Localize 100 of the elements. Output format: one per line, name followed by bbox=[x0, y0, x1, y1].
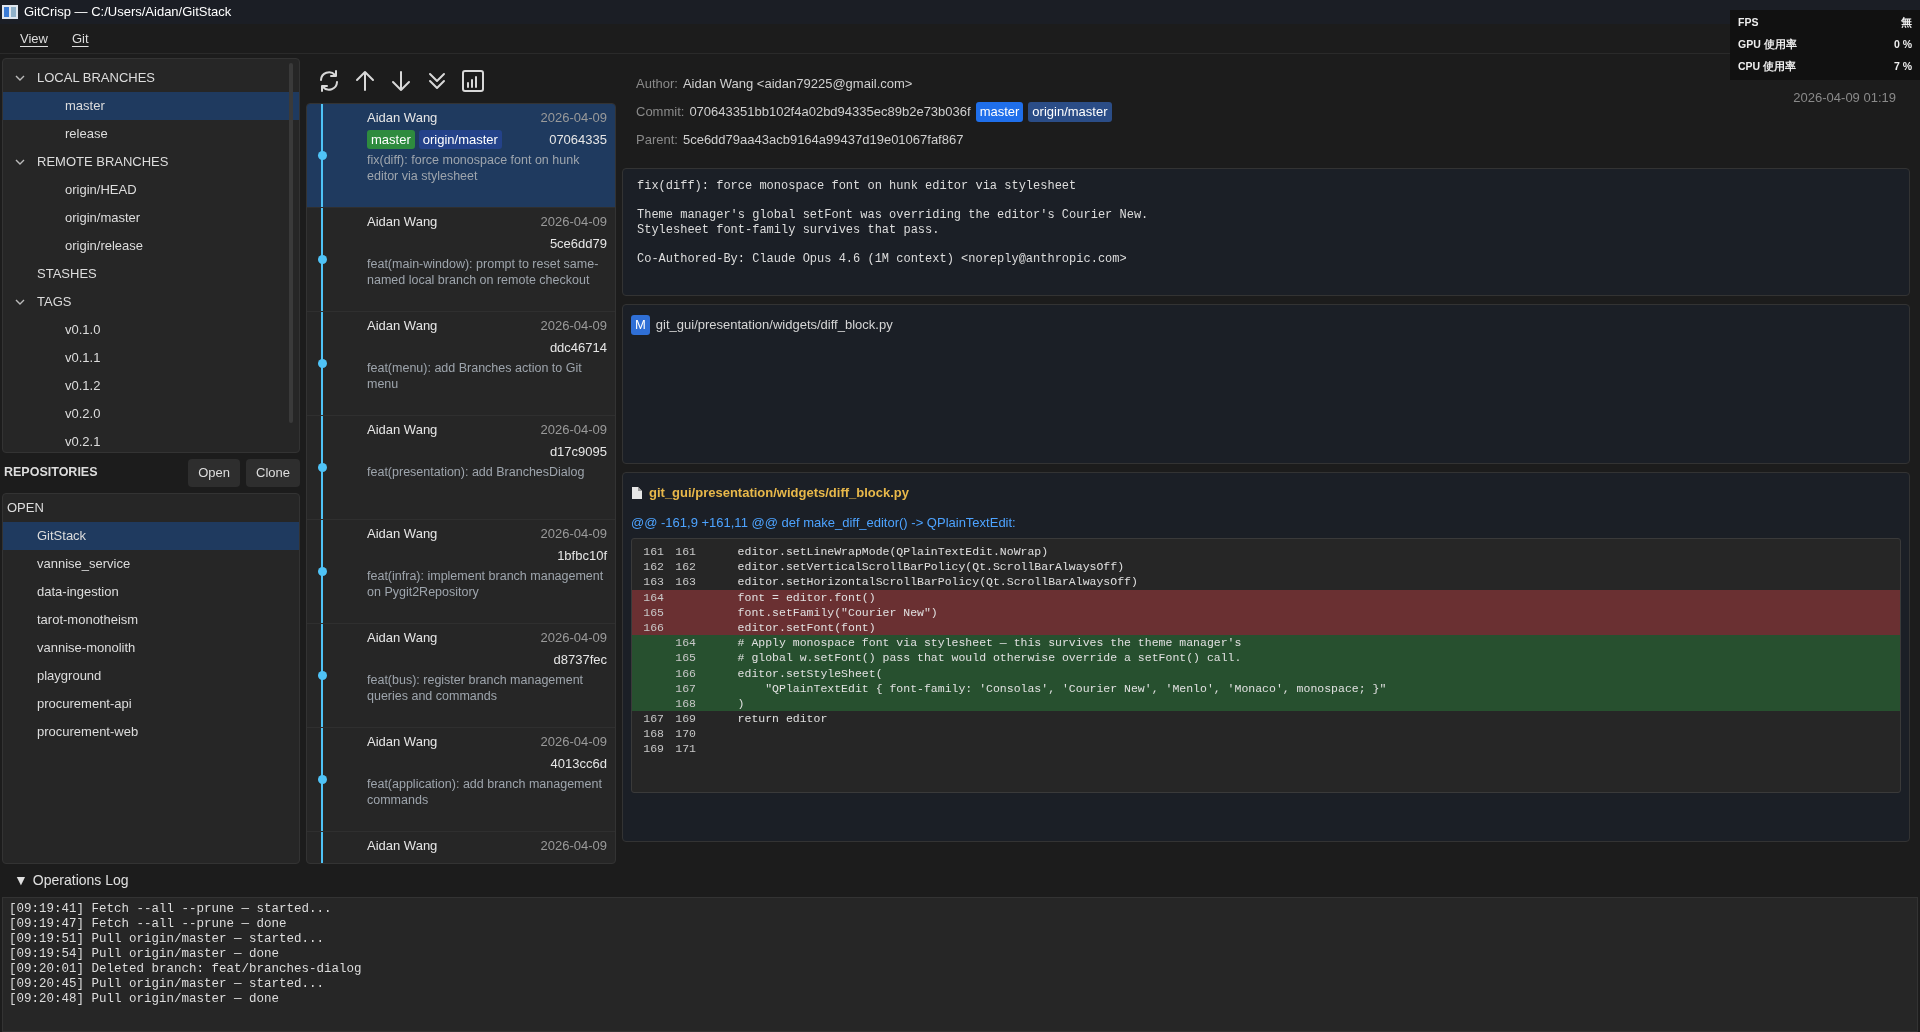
section-header[interactable]: REMOTE BRANCHES bbox=[37, 152, 169, 172]
message-paragraph: fix(diff): force monospace font on hunk editor via stylesheet bbox=[637, 179, 1078, 194]
commit-author: Aidan Wang bbox=[367, 837, 438, 855]
branch-item[interactable]: master bbox=[3, 92, 299, 120]
metric-value: 0 % bbox=[1893, 37, 1912, 53]
open-button[interactable]: Open bbox=[188, 459, 241, 487]
repository-item[interactable]: vannise_service bbox=[3, 549, 299, 578]
code-text: font = editor.font() bbox=[736, 589, 876, 605]
field-label: Commit: bbox=[636, 103, 685, 122]
code-text: # global w.setFont() pass that would otherwise override a setFont() call. bbox=[736, 650, 1242, 666]
metric-label: GPU 使用率 bbox=[1738, 37, 1797, 53]
commit-date: 2026-04-09 bbox=[540, 733, 607, 751]
commit-row[interactable]: Aidan Wang 2026-04-09 4013cc6d feat(application): add branch management commands bbox=[307, 728, 615, 832]
line-number: 161 bbox=[642, 544, 664, 560]
repository-item[interactable]: GitStack bbox=[3, 521, 299, 550]
line-number: 163 bbox=[642, 574, 664, 590]
commit-author: Aidan Wang bbox=[367, 733, 438, 751]
commit-message: feat(presentation): add BranchesDialog bbox=[367, 463, 586, 480]
branch-item[interactable]: v0.1.1 bbox=[3, 344, 299, 372]
branch-item[interactable]: v0.1.0 bbox=[3, 316, 299, 344]
toggle-icon[interactable]: ▼ bbox=[14, 870, 28, 891]
branch-item[interactable]: origin/release bbox=[3, 232, 299, 260]
commit-date: 2026-04-09 bbox=[540, 317, 607, 335]
file-path[interactable]: git_gui/presentation/widgets/diff_block.py bbox=[655, 315, 893, 335]
repository-item[interactable]: playground bbox=[3, 661, 299, 690]
line-number: 168 bbox=[642, 726, 664, 742]
metric-value: 無 bbox=[1901, 15, 1912, 31]
commit-date: 2026-04-09 bbox=[540, 525, 607, 543]
field-label: Author: bbox=[636, 75, 678, 94]
menu-item[interactable]: View bbox=[10, 26, 58, 51]
commit-dot bbox=[317, 775, 327, 784]
section-header[interactable]: TAGS bbox=[37, 292, 72, 312]
commit-dot bbox=[317, 463, 327, 472]
commit-message: feat(application): add branch management commands bbox=[367, 775, 603, 808]
commit-row[interactable]: Aidan Wang 2026-04-09 5ce6dd79 feat(main-window): prompt to reset same-named local branch on remote checkout bbox=[307, 208, 615, 312]
menu-item[interactable]: Git bbox=[61, 26, 99, 51]
commit-hash: 1bfbc10f bbox=[557, 546, 607, 565]
commit-hash: 4013cc6d bbox=[550, 754, 607, 773]
commit-dot bbox=[317, 671, 327, 680]
line-number: 169 bbox=[642, 741, 664, 757]
code-text: # Apply monospace font via stylesheet — this survives the theme manager's bbox=[736, 635, 1242, 651]
commit-row[interactable]: Aidan Wang 2026-04-09 master origin/master 07064335 fix(diff): force monospace font on hunk editor via stylesheet bbox=[307, 104, 615, 208]
branch-item[interactable]: origin/master bbox=[3, 204, 299, 232]
line-number: 164 bbox=[642, 589, 664, 605]
repository-item[interactable]: procurement-web bbox=[3, 717, 299, 746]
metric-label: FPS bbox=[1738, 15, 1759, 31]
line-number: 165 bbox=[674, 650, 696, 666]
repository-item[interactable]: procurement-api bbox=[3, 689, 299, 718]
commit-message: feat(menu): add Branches action to Git menu bbox=[367, 359, 583, 392]
line-number: 161 bbox=[674, 544, 696, 560]
line-number: 166 bbox=[674, 665, 696, 681]
hunk-header: @@ -161,9 +161,11 @@ def make_diff_editor() -> QPlainTextEdit: bbox=[631, 513, 1017, 532]
commit-hash: d17c9095 bbox=[549, 442, 607, 461]
code-text: font.setFamily("Courier New") bbox=[736, 604, 938, 620]
branch-item[interactable]: origin/HEAD bbox=[3, 176, 299, 204]
code-text: return editor bbox=[736, 711, 828, 727]
line-number: 171 bbox=[674, 741, 696, 757]
line-number: 169 bbox=[674, 711, 696, 727]
commit-dot bbox=[317, 567, 327, 576]
code-text: editor.setVerticalScrollBarPolicy(Qt.ScrollBarAlwaysOff) bbox=[736, 559, 1125, 575]
chart-icon[interactable] bbox=[460, 67, 486, 94]
app-icon bbox=[2, 5, 18, 19]
commit-hash: 070643351bb102f4a02bd94335ec89b2e73b036f bbox=[689, 103, 971, 122]
commit-date: 2026-04-09 bbox=[540, 213, 607, 231]
commit-row[interactable]: Aidan Wang 2026-04-09 d8737fec feat(bus): register branch management queries and commands bbox=[307, 624, 615, 728]
branch-item[interactable]: release bbox=[3, 120, 299, 148]
commit-author: Aidan Wang bbox=[367, 525, 438, 543]
line-number: 167 bbox=[674, 680, 696, 696]
repository-item[interactable]: vannise-monolith bbox=[3, 633, 299, 662]
branch-item[interactable]: v0.2.0 bbox=[3, 400, 299, 428]
file-path: git_gui/presentation/widgets/diff_block.py bbox=[649, 484, 910, 502]
code-text: editor.setFont(font) bbox=[736, 619, 876, 636]
parent-hash: 5ce6dd79aa43acb9164a99437d19e01067faf867 bbox=[682, 131, 964, 150]
file-icon bbox=[631, 485, 643, 500]
section-header[interactable]: LOCAL BRANCHES bbox=[37, 68, 155, 88]
section-header[interactable]: STASHES bbox=[37, 264, 97, 284]
commit-hash: 07064335 bbox=[549, 130, 607, 149]
branch-item[interactable]: v0.2.1 bbox=[3, 428, 299, 456]
window-title: GitCrisp — C:/Users/Aidan/GitStack bbox=[24, 3, 232, 22]
branch-tag: origin/master bbox=[1028, 102, 1112, 122]
repository-item[interactable]: data-ingestion bbox=[3, 577, 299, 606]
commit-row[interactable]: Aidan Wang 2026-04-09 d17c9095 feat(presentation): add BranchesDialog bbox=[307, 416, 615, 520]
commit-author: Aidan Wang bbox=[367, 629, 438, 647]
commit-row[interactable]: Aidan Wang 2026-04-09 1bfbc10f feat(infra): implement branch management on Pygit2Repository bbox=[307, 520, 615, 624]
clone-button[interactable]: Clone bbox=[246, 459, 300, 487]
metric-value: 7 % bbox=[1893, 59, 1912, 75]
branch-item[interactable]: v0.1.2 bbox=[3, 372, 299, 400]
commit-dot bbox=[317, 255, 327, 264]
commit-date: 2026-04-09 bbox=[540, 837, 607, 855]
commit-message: feat(bus): register branch management queries and commands bbox=[367, 671, 585, 704]
line-number: 163 bbox=[674, 574, 696, 590]
message-paragraph: Theme manager's global setFont was overriding the editor's Courier New. Stylesheet font-family survives that pass. bbox=[637, 208, 1150, 238]
commit-row[interactable]: Aidan Wang 2026-04-09 ddc46714 feat(menu): add Branches action to Git menu bbox=[307, 312, 615, 416]
section-title: Operations Log bbox=[32, 871, 129, 890]
branch-tag: master bbox=[975, 102, 1024, 122]
repository-item[interactable]: tarot-monotheism bbox=[3, 605, 299, 634]
log-line: [09:20:45] Pull origin/master — started... bbox=[9, 977, 326, 992]
log-line: [09:19:47] Fetch --all --prune — done bbox=[9, 917, 288, 932]
commit-author: Aidan Wang bbox=[367, 213, 438, 231]
commit-author: Aidan Wang bbox=[367, 317, 438, 335]
